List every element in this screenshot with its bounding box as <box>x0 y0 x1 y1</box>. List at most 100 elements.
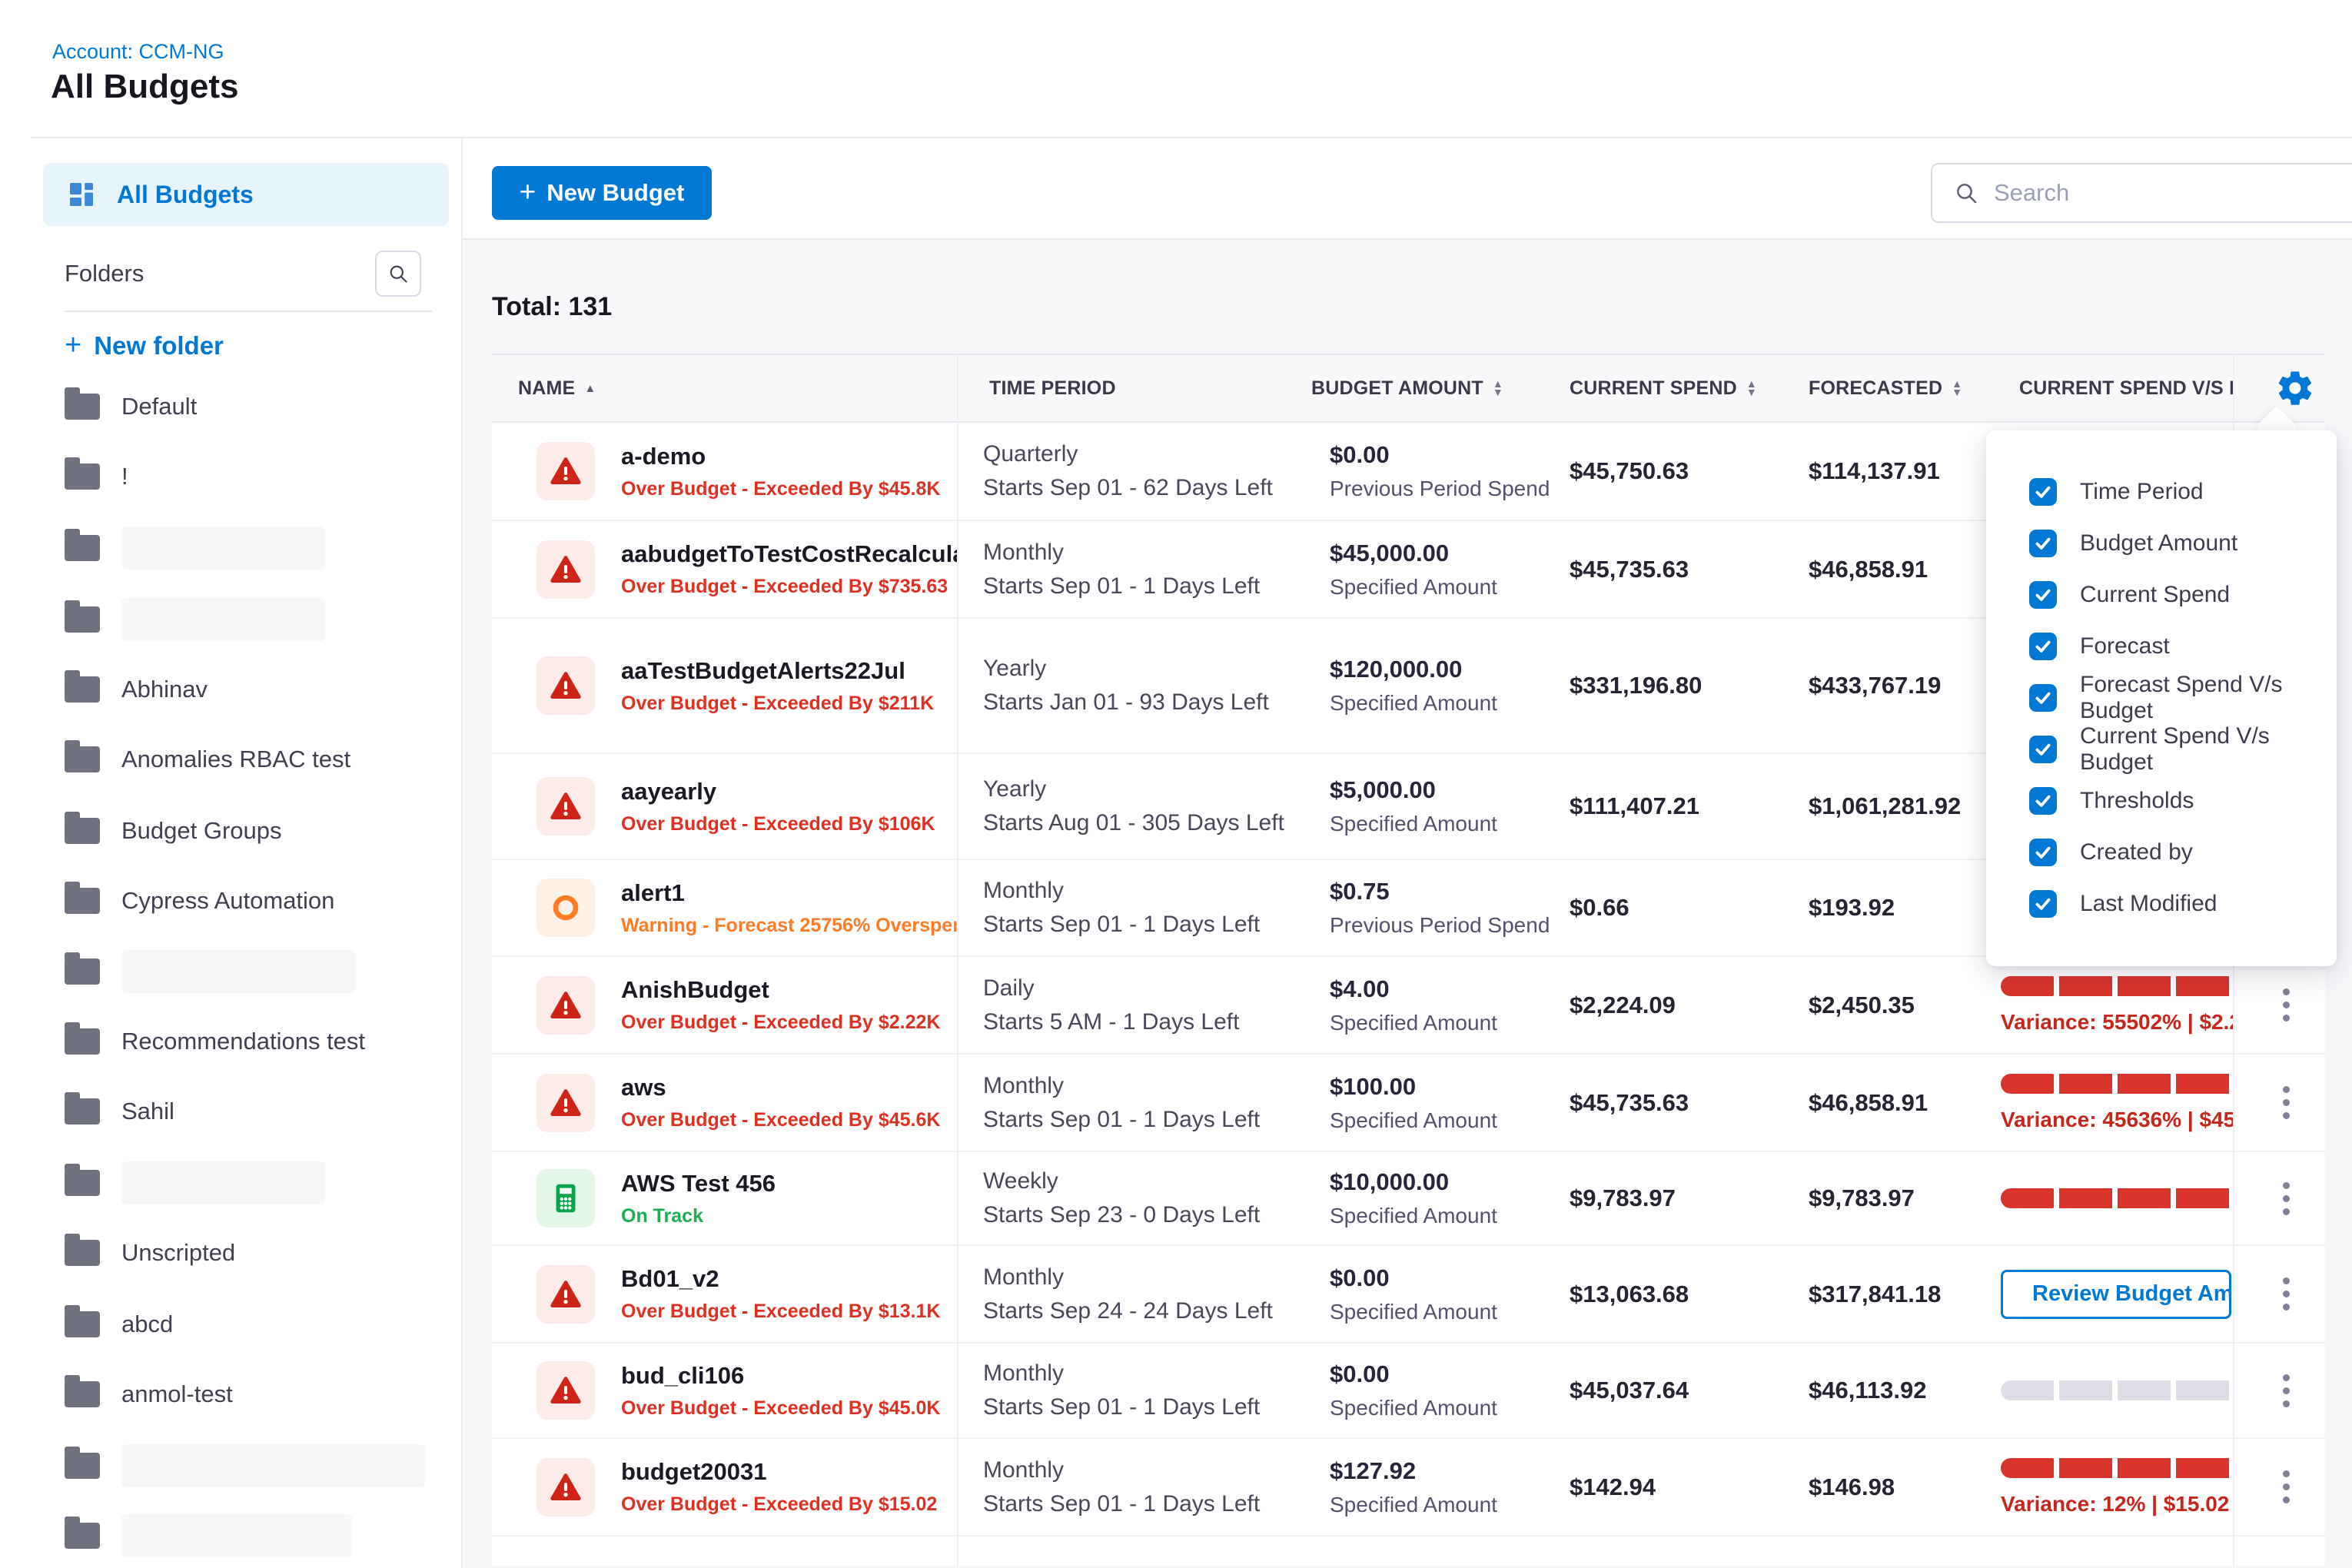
period-detail: Starts Sep 01 - 1 Days Left <box>983 573 1307 600</box>
folder-item[interactable]: Anomalies RBAC test <box>65 736 350 783</box>
column-setting-option[interactable]: Last Modified <box>1986 878 2337 929</box>
budget-amount-type: Specified Amount <box>1330 575 1560 600</box>
row-actions-cell <box>2233 1344 2325 1437</box>
budget-name-link[interactable]: aabudgetToTestCostRecalculation2 <box>621 540 957 568</box>
checkbox-checked-icon[interactable] <box>2029 787 2057 815</box>
column-header-forecasted[interactable]: FORECASTED ▲▼ <box>1802 377 1995 400</box>
row-menu-kebab-icon[interactable] <box>2275 1367 2297 1415</box>
table-row[interactable]: budget20031Over Budget - Exceeded By $15… <box>492 1439 2325 1536</box>
folder-item[interactable]: abcd <box>65 1301 173 1348</box>
table-row[interactable]: AWS Test 456On TrackWeeklyStarts Sep 23 … <box>492 1152 2325 1246</box>
folder-item[interactable] <box>65 1512 352 1560</box>
column-header-time-period[interactable]: TIME PERIOD <box>957 377 1307 400</box>
folder-item[interactable]: Cypress Automation <box>65 877 334 925</box>
column-setting-option[interactable]: Forecast <box>1986 620 2337 672</box>
folder-label: Unscripted <box>121 1239 235 1267</box>
folder-item[interactable] <box>65 596 325 643</box>
new-budget-button[interactable]: + New Budget <box>492 166 712 220</box>
budget-name-link[interactable]: a-demo <box>621 443 940 470</box>
budget-name-link[interactable]: aayearly <box>621 778 935 806</box>
folder-item[interactable]: anmol-test <box>65 1370 233 1418</box>
folder-item[interactable] <box>65 524 325 572</box>
folder-item[interactable] <box>65 948 356 995</box>
search-input[interactable] <box>1994 179 2352 207</box>
checkbox-checked-icon[interactable] <box>2029 530 2057 557</box>
new-folder-button[interactable]: + New folder <box>65 329 224 362</box>
table-row[interactable]: AnishBudgetOver Budget - Exceeded By $2.… <box>492 957 2325 1055</box>
current-spend-value: $111,407.21 <box>1570 792 1699 820</box>
folder-item[interactable]: Sahil <box>65 1088 174 1135</box>
row-menu-kebab-icon[interactable] <box>2275 1463 2297 1511</box>
column-settings-gear-icon[interactable] <box>2275 368 2315 408</box>
sidebar: All Budgets Folders + New folder Default… <box>0 138 463 1568</box>
budget-name-link[interactable]: budget20031 <box>621 1458 937 1486</box>
budget-name-link[interactable]: bud_cli106 <box>621 1362 940 1390</box>
folder-item[interactable]: Budget Groups <box>65 807 282 855</box>
budget-name-link[interactable]: aws <box>621 1074 940 1101</box>
row-menu-kebab-icon[interactable] <box>2275 1270 2297 1318</box>
table-row[interactable]: Bd01_v2Over Budget - Exceeded By $13.1KM… <box>492 1246 2325 1344</box>
review-budget-button[interactable]: Review Budget Amount <box>2001 1270 2231 1319</box>
column-setting-option[interactable]: Current Spend V/s Budget <box>1986 723 2337 775</box>
budget-name-link[interactable]: Bd01_v2 <box>621 1265 940 1293</box>
sidebar-item-all-budgets[interactable]: All Budgets <box>43 163 449 226</box>
checkbox-checked-icon[interactable] <box>2029 890 2057 918</box>
folder-item[interactable]: Default <box>65 383 197 430</box>
folder-item[interactable]: Abhinav <box>65 666 208 713</box>
budget-name-cell: AWS Test 456 On Track <box>492 1152 957 1244</box>
folder-label: Budget Groups <box>121 817 282 845</box>
folder-icon <box>65 958 100 985</box>
budget-name-cell: AnishBudgetOver Budget - Exceeded By $2.… <box>492 957 957 1053</box>
warning-triangle-icon <box>537 540 595 599</box>
checkbox-checked-icon[interactable] <box>2029 684 2057 712</box>
budget-amount-value: $45,000.00 <box>1330 540 1560 567</box>
column-header-current-spend[interactable]: CURRENT SPEND ▲▼ <box>1560 377 1802 400</box>
search-icon <box>387 263 409 284</box>
row-menu-kebab-icon[interactable] <box>2275 1078 2297 1127</box>
forecasted-cell: $433,767.19 <box>1802 619 1995 752</box>
column-header-budget-amount[interactable]: BUDGET AMOUNT ▲▼ <box>1307 377 1560 400</box>
checkbox-checked-icon[interactable] <box>2029 736 2057 763</box>
budget-name-link[interactable]: alert1 <box>621 879 957 907</box>
budget-name-link[interactable]: aaTestBudgetAlerts22Jul <box>621 657 934 685</box>
budget-status-text: On Track <box>621 1205 776 1227</box>
forecasted-value: $317,841.18 <box>1809 1281 1941 1308</box>
budget-status-text: Over Budget - Exceeded By $106K <box>621 813 935 835</box>
breadcrumb-account-link[interactable]: Account: CCM-NG <box>52 40 224 64</box>
column-setting-option[interactable]: Thresholds <box>1986 775 2337 826</box>
budget-amount-cell: $10,000.00Specified Amount <box>1307 1152 1560 1244</box>
column-setting-option[interactable]: Time Period <box>1986 466 2337 517</box>
checkbox-checked-icon[interactable] <box>2029 478 2057 506</box>
column-setting-option[interactable]: Created by <box>1986 826 2337 878</box>
period-detail: Starts Sep 01 - 1 Days Left <box>983 1394 1307 1420</box>
folder-item[interactable]: Unscripted <box>65 1229 235 1277</box>
checkbox-checked-icon[interactable] <box>2029 839 2057 866</box>
column-setting-option[interactable]: Budget Amount <box>1986 517 2337 569</box>
column-setting-option[interactable]: Forecast Spend V/s Budget <box>1986 672 2337 723</box>
budget-amount-cell: $0.00Specified Amount <box>1307 1246 1560 1342</box>
checkbox-checked-icon[interactable] <box>2029 581 2057 609</box>
variance-text: Variance: 12% | $15.02 ove <box>2001 1492 2233 1517</box>
checkbox-checked-icon[interactable] <box>2029 633 2057 660</box>
spend-vs-budget-cell <box>1995 1152 2233 1244</box>
budget-amount-type: Previous Period Spend <box>1330 913 1560 938</box>
budget-amount-cell: $0.00Specified Amount <box>1307 1344 1560 1437</box>
warning-triangle-icon <box>537 976 595 1035</box>
folder-item[interactable] <box>65 1159 325 1207</box>
column-header-spend-vs-budget[interactable]: CURRENT SPEND V/S BUDGET <box>1995 377 2233 400</box>
table-row[interactable]: awsOver Budget - Exceeded By $45.6KMonth… <box>492 1055 2325 1152</box>
grid-icon <box>66 179 97 210</box>
folder-item[interactable]: Recommendations test <box>65 1018 365 1065</box>
spend-vs-budget-cell <box>1995 1344 2233 1437</box>
column-header-name[interactable]: NAME ▲ <box>492 377 957 400</box>
column-setting-option[interactable]: Current Spend <box>1986 569 2337 620</box>
table-row[interactable]: bud_cli106Over Budget - Exceeded By $45.… <box>492 1344 2325 1439</box>
budget-name-link[interactable]: AnishBudget <box>621 976 940 1004</box>
folder-item[interactable] <box>65 1442 425 1490</box>
folder-item[interactable]: ! <box>65 453 128 500</box>
folder-icon <box>65 818 100 844</box>
row-menu-kebab-icon[interactable] <box>2275 981 2297 1029</box>
budget-name-link[interactable]: AWS Test 456 <box>621 1170 776 1198</box>
folder-search-button[interactable] <box>375 251 421 297</box>
row-menu-kebab-icon[interactable] <box>2275 1174 2297 1223</box>
